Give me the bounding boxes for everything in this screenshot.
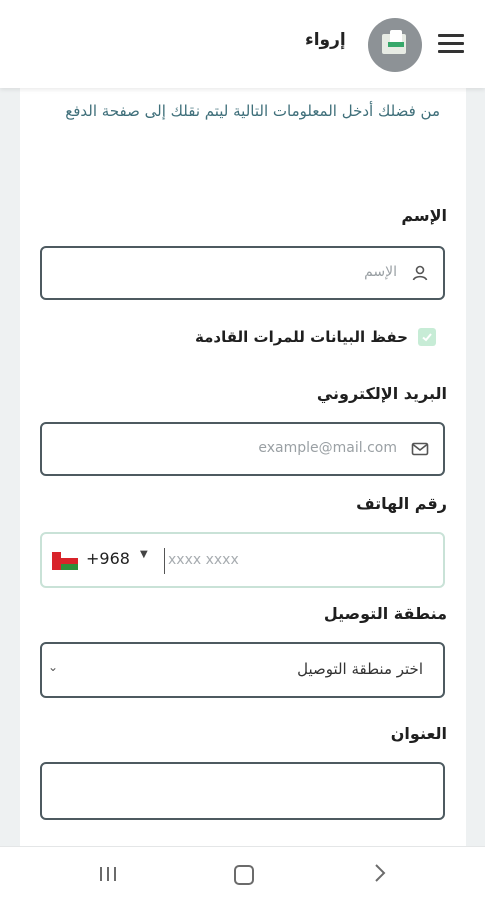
recent-apps-icon[interactable]: [99, 865, 117, 883]
back-chevron-icon[interactable]: [372, 861, 392, 885]
user-icon: [412, 265, 428, 281]
check-icon: [422, 333, 432, 342]
name-input[interactable]: الإسم: [40, 246, 445, 300]
phone-label: رقم الهاتف: [356, 494, 447, 513]
save-data-row[interactable]: حفظ البيانات للمرات القادمة: [195, 328, 436, 346]
oman-flag-icon[interactable]: [52, 552, 78, 570]
region-selected: اختر منطقة التوصيل: [297, 660, 423, 678]
name-placeholder: الإسم: [364, 264, 397, 280]
save-data-checkbox[interactable]: [418, 328, 436, 346]
app-header: إرواء: [0, 0, 485, 88]
address-input[interactable]: [40, 762, 445, 820]
region-label: منطقة التوصيل: [323, 604, 447, 623]
store-avatar[interactable]: [368, 18, 422, 72]
phone-placeholder: xxxx xxxx: [168, 552, 239, 568]
checkout-form-card: من فضلك أدخل المعلومات التالية ليتم نقلك…: [20, 88, 466, 848]
system-nav-bar: [0, 846, 485, 901]
email-input[interactable]: example@mail.com: [40, 422, 445, 476]
email-label: البريد الإلكتروني: [316, 384, 447, 403]
address-label: العنوان: [390, 724, 447, 743]
dial-code[interactable]: +968: [86, 549, 130, 568]
region-select[interactable]: اختر منطقة التوصيل ⌄: [40, 642, 445, 698]
brand-name: إرواء: [305, 30, 346, 50]
mail-icon: [411, 442, 429, 456]
hamburger-menu-icon[interactable]: [436, 30, 466, 56]
name-label: الإسم: [401, 206, 447, 225]
phone-input[interactable]: +968 ▼ xxxx xxxx: [40, 532, 445, 588]
email-placeholder: example@mail.com: [258, 440, 397, 456]
home-icon[interactable]: [234, 865, 254, 885]
intro-text: من فضلك أدخل المعلومات التالية ليتم نقلك…: [65, 102, 440, 120]
save-data-label: حفظ البيانات للمرات القادمة: [195, 328, 408, 346]
dial-dropdown-caret-icon[interactable]: ▼: [140, 549, 148, 560]
chevron-down-icon: ⌄: [48, 660, 59, 674]
text-cursor: [164, 548, 165, 574]
